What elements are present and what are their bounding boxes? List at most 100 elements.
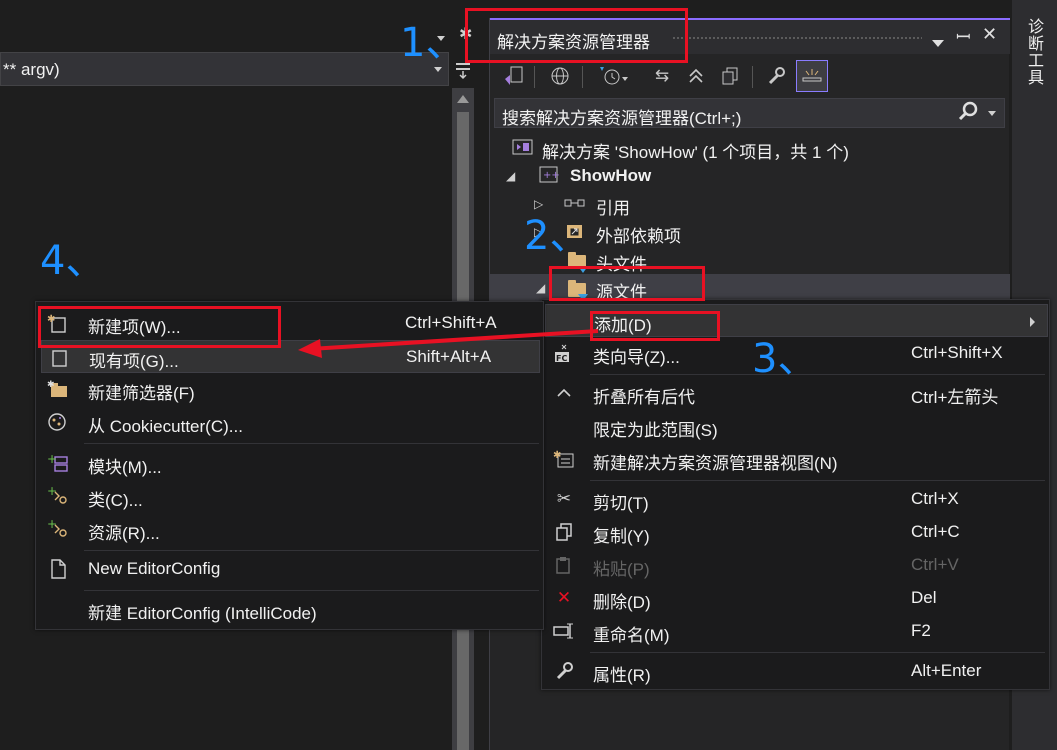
references-label: 引用 — [596, 199, 630, 218]
module-icon: + — [46, 452, 70, 474]
diagnostic-tools-label: 诊断工具 — [1025, 18, 1042, 86]
menu-item-cut[interactable]: ✂ 剪切(T) Ctrl+X — [542, 483, 1049, 516]
menu-item-label: 删除(D) — [593, 593, 651, 612]
menu-separator — [84, 443, 539, 444]
solution-explorer-search-input[interactable]: 搜索解决方案资源管理器(Ctrl+;) — [494, 98, 1005, 128]
menu-item-label: 新建解决方案资源管理器视图(N) — [593, 454, 838, 473]
tree-item-solution[interactable]: 解决方案 'ShowHow' (1 个项目，共 1 个) — [490, 134, 1010, 162]
menu-item-label: 资源(R)... — [88, 524, 160, 543]
copy-icon — [552, 521, 576, 543]
annotation-step-3: 3、 — [752, 336, 818, 382]
menu-item-shortcut: Ctrl+V — [911, 555, 959, 574]
menu-item-shortcut: Del — [911, 588, 937, 607]
submenu-item-module[interactable]: + 模块(M)... — [36, 447, 543, 480]
menu-item-rename[interactable]: 重命名(M) F2 — [542, 615, 1049, 648]
submenu-item-class[interactable]: + 类(C)... — [36, 480, 543, 513]
external-deps-label: 外部依赖项 — [596, 227, 681, 246]
menu-item-label: 限定为此范围(S) — [593, 421, 718, 440]
menu-item-shortcut: Ctrl+C — [911, 522, 960, 541]
member-navigation-dropdown[interactable]: ** argv) — [0, 52, 449, 86]
scroll-up-icon[interactable] — [457, 95, 469, 103]
globe-icon[interactable] — [546, 62, 574, 90]
scissors-icon: ✂ — [556, 489, 572, 508]
menu-item-label: 复制(Y) — [593, 527, 650, 546]
menu-item-shortcut: Ctrl+左箭头 — [911, 388, 999, 407]
menu-item-label: 现有项(G)... — [89, 352, 179, 371]
wrench-icon — [552, 660, 576, 682]
menu-item-label: 新建筛选器(F) — [88, 384, 195, 403]
file-icon — [46, 558, 70, 580]
menu-item-copy[interactable]: 复制(Y) Ctrl+C — [542, 516, 1049, 549]
expanded-arrow-icon[interactable]: ◢ — [536, 281, 545, 295]
menu-separator — [84, 590, 539, 591]
cookiecutter-icon — [46, 411, 70, 433]
close-icon[interactable]: ✕ — [982, 24, 997, 45]
submenu-arrow-icon — [1030, 317, 1035, 327]
sync-icon[interactable]: ⇆ — [648, 62, 676, 90]
pending-changes-icon[interactable] — [592, 62, 630, 90]
show-all-files-icon[interactable] — [716, 62, 744, 90]
menu-item-scope-to-this[interactable]: 限定为此范围(S) — [542, 410, 1049, 443]
annotation-step-4: 4、 — [40, 238, 106, 284]
resource-icon: + — [46, 518, 70, 540]
submenu-item-cookiecutter[interactable]: 从 Cookiecutter(C)... — [36, 406, 543, 439]
annotation-arrow — [298, 329, 599, 358]
annotation-step-1: 1、 — [400, 20, 466, 66]
member-navigation-text: ** argv) — [3, 60, 60, 79]
menu-item-shortcut: Alt+Enter — [911, 661, 982, 680]
project-label: ShowHow — [570, 166, 652, 185]
search-options-icon[interactable] — [988, 111, 996, 116]
menu-item-label: New EditorConfig — [88, 559, 221, 578]
tree-item-project[interactable]: ◢ ++ ShowHow — [490, 162, 1010, 190]
highlight-box-source-files — [549, 266, 705, 301]
title-grip — [672, 36, 922, 40]
submenu-item-new-editorconfig[interactable]: New EditorConfig — [36, 553, 543, 586]
svg-text:✱: ✱ — [47, 380, 55, 390]
menu-item-new-se-view[interactable]: ✱ 新建解决方案资源管理器视图(N) — [542, 443, 1049, 476]
submenu-item-resource[interactable]: + 资源(R)... — [36, 513, 543, 546]
rename-icon — [552, 620, 576, 642]
highlight-box-new-item — [38, 306, 281, 348]
new-view-icon: ✱ — [552, 448, 576, 470]
menu-item-label: 新建 EditorConfig (IntelliCode) — [88, 604, 317, 623]
expanded-arrow-icon[interactable]: ◢ — [506, 169, 515, 183]
svg-text:✱: ✱ — [553, 450, 561, 461]
solution-icon — [512, 137, 534, 157]
class-icon: + — [46, 485, 70, 507]
toolbar-separator — [534, 66, 535, 88]
menu-item-label: 剪切(T) — [593, 494, 649, 513]
toolbar-separator — [752, 66, 753, 88]
menu-item-label: 折叠所有后代 — [593, 388, 695, 407]
preview-selected-items-icon[interactable] — [796, 60, 828, 92]
menu-item-label: 模块(M)... — [88, 458, 162, 477]
menu-item-paste[interactable]: 粘贴(P) Ctrl+V — [542, 549, 1049, 582]
panel-options-icon[interactable] — [932, 32, 944, 53]
cpp-project-icon: ++ — [538, 165, 560, 185]
annotation-step-2: 2、 — [524, 213, 590, 259]
properties-wrench-icon[interactable] — [762, 62, 790, 90]
svg-text:++: ++ — [543, 170, 559, 181]
delete-x-icon: ✕ — [556, 588, 572, 607]
toolbar-separator — [582, 66, 583, 88]
menu-item-label: 类(C)... — [88, 491, 143, 510]
submenu-item-new-filter[interactable]: ✱ 新建筛选器(F) — [36, 373, 543, 406]
menu-item-shortcut: Ctrl+Shift+X — [911, 343, 1003, 362]
menu-separator — [590, 652, 1045, 653]
menu-item-shortcut: Ctrl+X — [911, 489, 959, 508]
menu-separator — [590, 374, 1045, 375]
menu-item-delete[interactable]: ✕ 删除(D) Del — [542, 582, 1049, 615]
pin-icon[interactable]: ꟷ — [956, 25, 971, 49]
menu-item-label: 从 Cookiecutter(C)... — [88, 417, 243, 436]
new-filter-icon: ✱ — [46, 378, 70, 400]
menu-separator — [590, 480, 1045, 481]
search-placeholder: 搜索解决方案资源管理器(Ctrl+;) — [502, 109, 742, 128]
menu-item-shortcut: F2 — [911, 621, 931, 640]
collapse-chevron-icon — [552, 382, 576, 404]
highlight-box-solution-explorer — [465, 8, 688, 63]
switch-views-icon[interactable] — [500, 62, 528, 90]
svg-text:+: + — [47, 453, 57, 466]
search-icon[interactable] — [958, 101, 978, 128]
collapse-all-icon[interactable] — [682, 62, 710, 90]
menu-item-properties[interactable]: 属性(R) Alt+Enter — [542, 655, 1049, 688]
submenu-item-editorconfig-intellicode[interactable]: 新建 EditorConfig (IntelliCode) — [36, 593, 543, 626]
